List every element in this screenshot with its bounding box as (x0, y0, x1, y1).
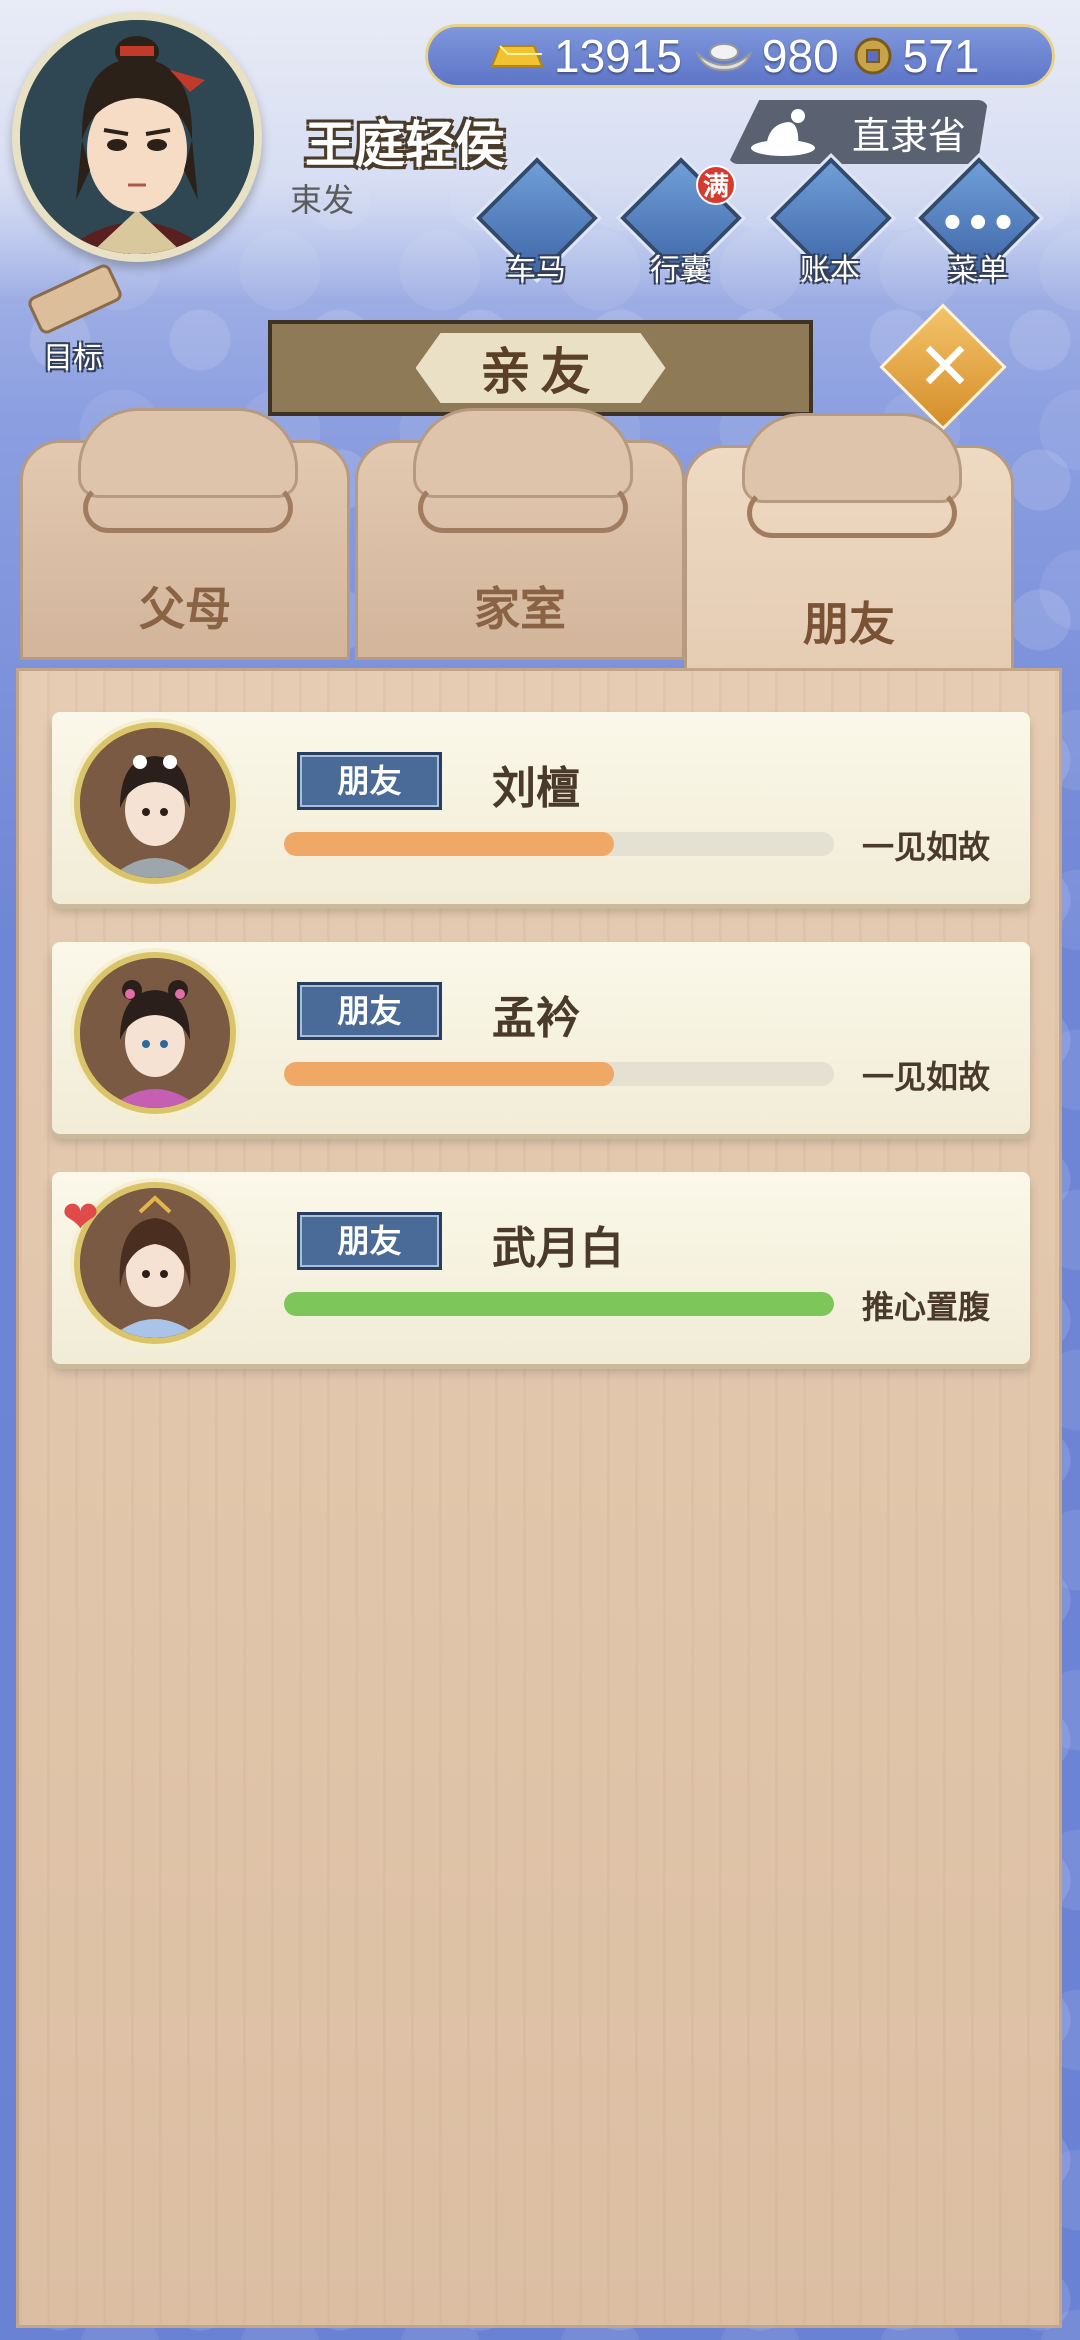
menu-more-button[interactable]: ••• 菜单 (918, 157, 1040, 288)
affinity-bar (284, 1292, 834, 1316)
friend-portrait (74, 722, 236, 884)
panel-title-banner: 亲友 (268, 320, 813, 416)
panel-title: 亲友 (415, 333, 666, 403)
friend-card[interactable]: 朋友 刘檀 一见如故 (52, 712, 1030, 904)
province-label: 直隶省 (851, 113, 966, 158)
cloud-scroll-decoration (747, 488, 957, 538)
tab-family[interactable]: 家室 (355, 408, 685, 660)
cloud-scroll-decoration (83, 483, 293, 533)
friend-card[interactable]: 朋友 孟衿 一见如故 (52, 942, 1030, 1134)
close-icon[interactable]: ✕ (900, 320, 990, 414)
menu-ledger-button[interactable]: 账本 (770, 157, 892, 288)
tab-friends[interactable]: 朋友 (684, 413, 1014, 675)
menu-ledger-label: 账本 (800, 253, 860, 288)
affinity-bar-fill (284, 1292, 834, 1316)
gold-value: 13915 (554, 30, 682, 82)
friend-portrait (74, 952, 236, 1114)
ellipsis-glyph: ••• (939, 201, 1017, 247)
affinity-bar-fill (284, 1062, 614, 1086)
tab-family-label: 家室 (474, 582, 566, 636)
player-name: 王庭轻侯 (305, 116, 505, 174)
affinity-bar (284, 1062, 834, 1086)
menu-bag-label: 行囊 (650, 253, 710, 288)
affinity-level: 一见如故 (861, 1058, 990, 1096)
player-avatar[interactable] (12, 12, 262, 262)
hat-icon (748, 104, 818, 160)
menu-more-label: 菜单 (948, 253, 1008, 288)
friend-card[interactable]: ❤ 朋友 武月白 推心置腹 (52, 1172, 1030, 1364)
player-title: 束发 (290, 181, 355, 219)
menu-carriage-label: 车马 (506, 253, 566, 288)
cloud-scroll-decoration (418, 483, 628, 533)
bag-full-badge: 满 (696, 165, 736, 205)
friend-name: 孟衿 (492, 993, 580, 1044)
affinity-bar (284, 832, 834, 856)
relation-tag: 朋友 (297, 982, 442, 1040)
silver-ingot-icon (694, 36, 754, 76)
coin-value: 571 (902, 30, 980, 82)
friend-name: 刘檀 (492, 763, 580, 814)
relation-tag: 朋友 (297, 752, 442, 810)
tab-friends-label: 朋友 (803, 597, 895, 651)
goal-label: 目标 (43, 341, 103, 376)
tab-parents[interactable]: 父母 (20, 408, 350, 660)
menu-carriage-button[interactable]: 车马 (476, 157, 598, 288)
currency-bar: 13915 980 571 (425, 24, 1055, 88)
silver-value: 980 (761, 30, 839, 82)
affinity-bar-fill (284, 832, 614, 856)
friend-name: 武月白 (492, 1223, 624, 1274)
copper-coin-icon (851, 36, 895, 76)
friends-panel (16, 668, 1062, 2328)
tab-parents-label: 父母 (139, 582, 231, 636)
goal-button[interactable]: 目标 (18, 261, 128, 376)
affinity-level: 推心置腹 (861, 1288, 990, 1326)
menu-bag-button[interactable]: 行囊 满 (620, 157, 742, 288)
gold-ingot-icon (486, 36, 546, 76)
affinity-level: 一见如故 (861, 828, 990, 866)
relation-tag: 朋友 (297, 1212, 442, 1270)
heart-icon: ❤ (62, 1192, 99, 1243)
